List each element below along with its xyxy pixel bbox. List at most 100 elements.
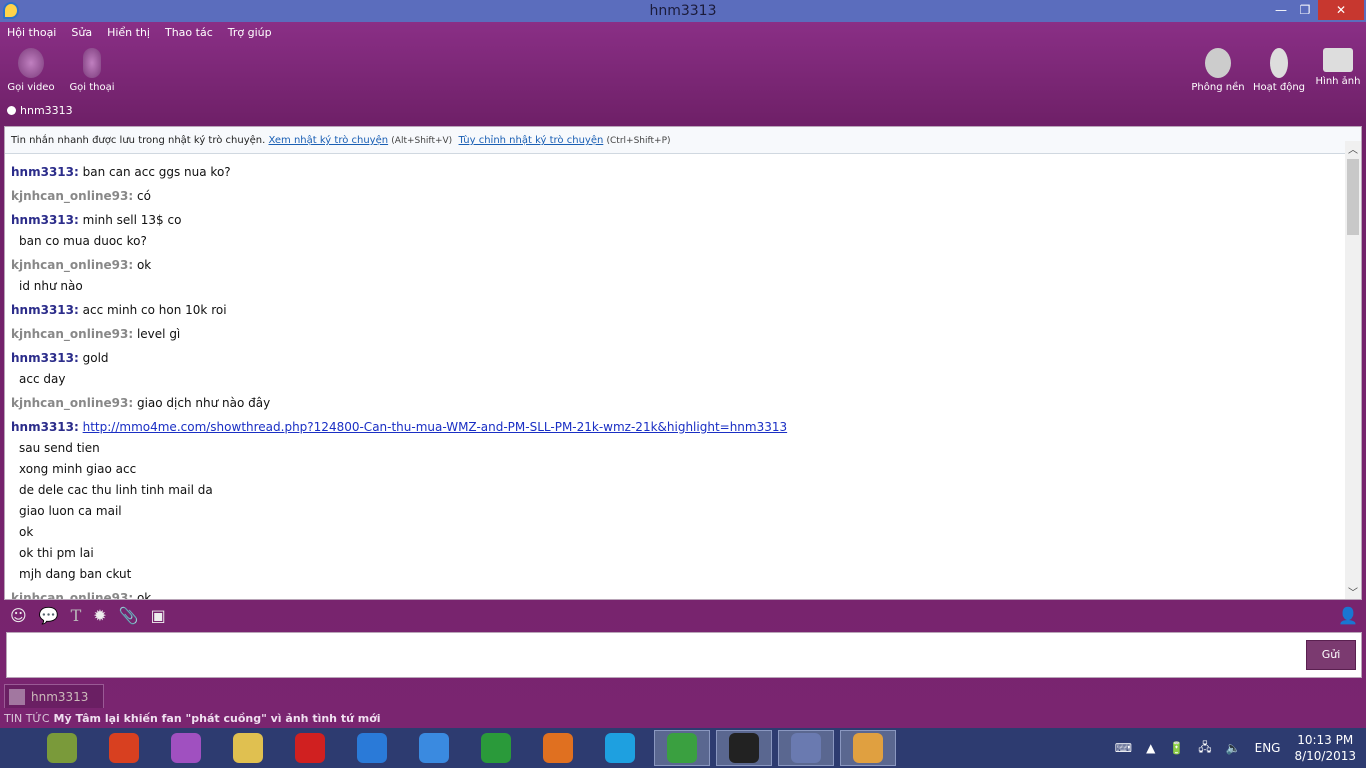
message: ok thi pm lai bbox=[11, 543, 1355, 564]
avatar bbox=[9, 688, 25, 705]
contact-details-icon[interactable]: 👤 bbox=[1338, 606, 1358, 625]
video-call-label: Gọi video bbox=[7, 82, 55, 93]
message-text: acc day bbox=[19, 372, 66, 386]
menu-actions[interactable]: Thao tác bbox=[165, 26, 213, 39]
conversation-window: Hội thoại Sửa Hiển thị Thao tác Trợ giúp… bbox=[0, 22, 1366, 728]
taskbar-yahoo-chat[interactable] bbox=[778, 730, 834, 766]
taskbar-firefox[interactable] bbox=[530, 730, 586, 766]
microphone-icon bbox=[83, 48, 101, 78]
info-text: Tin nhắn nhanh được lưu trong nhật ký tr… bbox=[11, 135, 266, 146]
menu-edit[interactable]: Sửa bbox=[71, 26, 92, 39]
view-archive-link[interactable]: Xem nhật ký trò chuyện bbox=[268, 135, 388, 146]
message-text: de dele cac thu linh tinh mail da bbox=[19, 483, 213, 497]
message-text: ban can acc ggs nua ko? bbox=[82, 165, 231, 179]
volume-icon[interactable]: 🔈 bbox=[1226, 741, 1241, 755]
message-sender: kjnhcan_online93: bbox=[11, 258, 134, 272]
taskbar-skype[interactable] bbox=[592, 730, 648, 766]
message-sender: kjnhcan_online93: bbox=[11, 396, 134, 410]
message-sender: hnm3313: bbox=[11, 420, 79, 434]
video-call-button[interactable]: Gọi video bbox=[1, 48, 61, 93]
message-text: gold bbox=[82, 351, 109, 365]
menu-bar: Hội thoại Sửa Hiển thị Thao tác Trợ giúp bbox=[7, 26, 272, 39]
activity-button[interactable]: Hoạt động bbox=[1249, 48, 1309, 93]
message-text: level gì bbox=[136, 327, 181, 341]
buzz-icon[interactable]: 💬 bbox=[39, 606, 59, 625]
skype-icon bbox=[605, 733, 635, 763]
video-pro-icon bbox=[47, 733, 77, 763]
message-sender: kjnhcan_online93: bbox=[11, 189, 134, 203]
show-hidden-icons[interactable]: ▲ bbox=[1146, 741, 1155, 755]
message: hnm3313: http://mmo4me.com/showthread.ph… bbox=[11, 417, 1355, 438]
message: sau send tien bbox=[11, 438, 1355, 459]
taskbar-utorrent[interactable] bbox=[468, 730, 524, 766]
message-link[interactable]: http://mmo4me.com/showthread.php?124800-… bbox=[83, 420, 788, 434]
battery-icon[interactable]: 🔋 bbox=[1169, 741, 1184, 755]
ccleaner-icon bbox=[109, 733, 139, 763]
system-tray: ⌨ ▲ 🔋 🖧 🔈 ENG 10:13 PM 8/10/2013 bbox=[1115, 728, 1356, 768]
language-indicator[interactable]: ENG bbox=[1255, 741, 1281, 755]
taskbar-yahoo-messenger[interactable] bbox=[158, 730, 214, 766]
image-button[interactable]: Hình ảnh bbox=[1308, 48, 1366, 87]
message: ban co mua duoc ko? bbox=[11, 231, 1355, 252]
conversation-tab[interactable]: hnm3313 bbox=[4, 684, 104, 708]
attach-file-icon[interactable]: 📎 bbox=[119, 606, 139, 625]
message-text: sau send tien bbox=[19, 441, 100, 455]
taskbar-teamviewer[interactable] bbox=[344, 730, 400, 766]
taskbar-kaspersky[interactable] bbox=[282, 730, 338, 766]
message-text: ban co mua duoc ko? bbox=[19, 234, 147, 248]
message-sender: hnm3313: bbox=[11, 213, 79, 227]
clock[interactable]: 10:13 PM 8/10/2013 bbox=[1294, 732, 1356, 764]
maximize-button[interactable]: ❐ bbox=[1290, 0, 1320, 20]
share-photo-icon[interactable]: ▣ bbox=[151, 606, 166, 625]
audible-icon[interactable]: ✹ bbox=[93, 606, 106, 625]
internet-explorer-icon bbox=[419, 733, 449, 763]
chat-history[interactable]: Tin nhắn nhanh được lưu trong nhật ký tr… bbox=[4, 126, 1362, 600]
message: hnm3313: minh sell 13$ co bbox=[11, 210, 1355, 231]
background-label: Phông nền bbox=[1191, 82, 1245, 93]
menu-view[interactable]: Hiển thị bbox=[107, 26, 150, 39]
news-headline[interactable]: Mỹ Tâm lại khiến fan "phát cuồng" vì ảnh… bbox=[54, 712, 381, 725]
scroll-up-icon[interactable]: ︿ bbox=[1345, 141, 1361, 156]
menu-conversation[interactable]: Hội thoại bbox=[7, 26, 56, 39]
contact-status[interactable]: hnm3313 bbox=[7, 104, 73, 117]
chat-scrollbar[interactable]: ︿ ﹀ bbox=[1345, 141, 1361, 599]
taskbar-image-editor[interactable] bbox=[220, 730, 276, 766]
activity-label: Hoạt động bbox=[1252, 82, 1306, 93]
message: id như nào bbox=[11, 276, 1355, 297]
taskbar-paint[interactable] bbox=[840, 730, 896, 766]
network-icon[interactable]: 🖧 bbox=[1198, 738, 1211, 759]
taskbar-chrome[interactable] bbox=[654, 730, 710, 766]
clock-date: 8/10/2013 bbox=[1294, 749, 1356, 763]
message-input[interactable] bbox=[6, 632, 1362, 678]
message: mjh dang ban ckut bbox=[11, 564, 1355, 585]
message-list: hnm3313: ban can acc ggs nua ko? kjnhcan_… bbox=[5, 154, 1361, 600]
background-button[interactable]: Phông nền bbox=[1188, 48, 1248, 93]
news-ticker[interactable]: TIN TỨC Mỹ Tâm lại khiến fan "phát cuồng"… bbox=[4, 712, 381, 725]
scroll-down-icon[interactable]: ﹀ bbox=[1345, 584, 1361, 599]
taskbar-video-pro[interactable] bbox=[34, 730, 90, 766]
message: giao luon ca mail bbox=[11, 501, 1355, 522]
status-dot-icon bbox=[7, 106, 16, 115]
close-button[interactable]: ✕ bbox=[1318, 0, 1364, 20]
emoticon-icon[interactable]: ☺ bbox=[10, 606, 27, 625]
message: hnm3313: ban can acc ggs nua ko? bbox=[11, 162, 1355, 183]
taskbar-ccleaner[interactable] bbox=[96, 730, 152, 766]
news-label: TIN TỨC bbox=[4, 712, 50, 725]
yahoo-chat-icon bbox=[791, 733, 821, 763]
message: hnm3313: acc minh co hon 10k roi bbox=[11, 300, 1355, 321]
taskbar-internet-explorer[interactable] bbox=[406, 730, 462, 766]
message-text: minh sell 13$ co bbox=[82, 213, 182, 227]
taskbar: ⌨ ▲ 🔋 🖧 🔈 ENG 10:13 PM 8/10/2013 bbox=[0, 728, 1366, 768]
customize-archive-link[interactable]: Tùy chỉnh nhật ký trò chuyện bbox=[459, 135, 604, 146]
customize-archive-shortcut: (Ctrl+Shift+P) bbox=[606, 136, 671, 146]
message-text: ok bbox=[136, 591, 152, 600]
menu-help[interactable]: Trợ giúp bbox=[228, 26, 272, 39]
webcam-icon bbox=[18, 48, 44, 78]
taskbar-pixlr[interactable] bbox=[716, 730, 772, 766]
keyboard-icon[interactable]: ⌨ bbox=[1115, 741, 1132, 755]
text-format-icon[interactable]: T bbox=[71, 606, 82, 625]
voice-call-button[interactable]: Gọi thoại bbox=[62, 48, 122, 93]
send-button[interactable]: Gửi bbox=[1306, 640, 1356, 670]
scroll-thumb[interactable] bbox=[1347, 159, 1359, 235]
format-toolbar: ☺ 💬 T ✹ 📎 ▣ bbox=[10, 606, 166, 625]
